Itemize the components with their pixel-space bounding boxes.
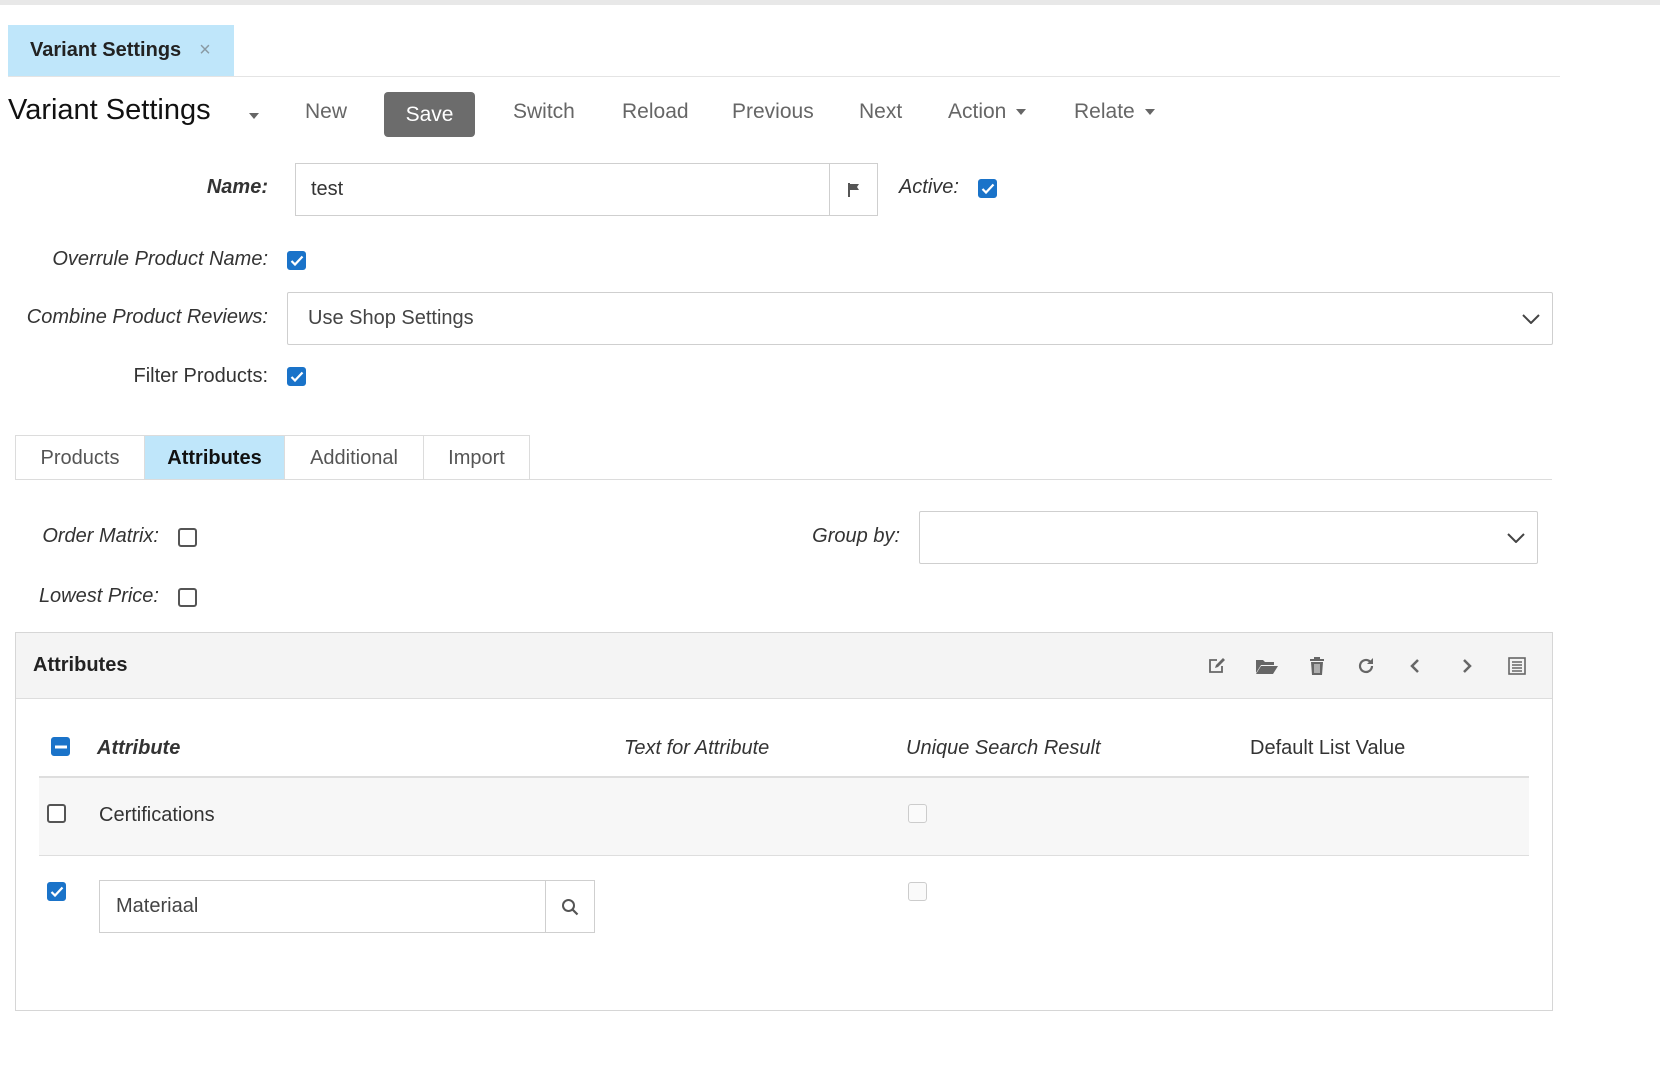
detail-tabs: Products Attributes Additional Import: [15, 435, 530, 480]
unique-search-checkbox[interactable]: [908, 804, 927, 823]
row-select-checkbox[interactable]: [47, 804, 66, 823]
relate-menu-button[interactable]: Relate: [1074, 100, 1155, 124]
filter-products-checkbox[interactable]: [287, 367, 306, 386]
name-field[interactable]: test: [295, 163, 878, 216]
tabs-divider: [15, 479, 1552, 480]
action-menu-label: Action: [948, 100, 1007, 123]
new-button-label: New: [305, 100, 348, 123]
group-by-label: Group by:: [812, 525, 900, 547]
reload-button-label: Reload: [622, 100, 689, 123]
attribute-cell: Certifications: [99, 804, 215, 826]
active-label: Active:: [898, 176, 959, 198]
table-row[interactable]: [39, 778, 1529, 856]
edit-icon[interactable]: [1204, 653, 1230, 679]
trash-icon[interactable]: [1304, 653, 1330, 679]
chevron-down-icon: [1507, 532, 1525, 543]
list-view-icon[interactable]: [1504, 653, 1530, 679]
combine-product-reviews-select[interactable]: Use Shop Settings: [287, 292, 1553, 345]
order-matrix-checkbox[interactable]: [178, 528, 197, 547]
tab-attributes[interactable]: Attributes: [144, 435, 285, 480]
tab-strip-divider: [8, 76, 1560, 77]
refresh-icon[interactable]: [1353, 653, 1379, 679]
switch-button[interactable]: Switch: [513, 100, 575, 124]
chevron-right-icon[interactable]: [1454, 653, 1480, 679]
page-title: Variant Settings: [8, 94, 211, 126]
column-header-default-list-value[interactable]: Default List Value: [1250, 737, 1405, 760]
combine-product-reviews-label: Combine Product Reviews:: [26, 306, 268, 328]
flag-icon[interactable]: [829, 164, 877, 215]
document-tab-label: Variant Settings: [30, 39, 182, 61]
chevron-left-icon[interactable]: [1402, 653, 1428, 679]
overrule-product-name-checkbox[interactable]: [287, 251, 306, 270]
next-button[interactable]: Next: [859, 100, 902, 124]
select-all-checkbox[interactable]: [51, 737, 70, 756]
previous-button-label: Previous: [732, 100, 814, 123]
filter-products-label: Filter Products:: [133, 365, 268, 387]
active-checkbox[interactable]: [978, 179, 997, 198]
attribute-lookup-field[interactable]: Materiaal: [99, 880, 595, 933]
chevron-down-icon: [1522, 313, 1540, 324]
group-by-select[interactable]: [919, 511, 1538, 564]
previous-button[interactable]: Previous: [732, 100, 814, 124]
chevron-down-icon: [1016, 109, 1027, 115]
name-field-value[interactable]: test: [296, 164, 829, 215]
row-select-checkbox[interactable]: [47, 882, 66, 901]
unique-search-checkbox[interactable]: [908, 882, 927, 901]
tab-import[interactable]: Import: [423, 435, 530, 480]
save-button-label: Save: [405, 102, 454, 126]
column-header-attribute[interactable]: Attribute: [97, 737, 180, 760]
attributes-panel-title: Attributes: [33, 654, 128, 676]
top-border: [0, 0, 1660, 5]
attribute-lookup-value[interactable]: Materiaal: [100, 881, 545, 932]
relate-menu-label: Relate: [1074, 100, 1135, 123]
action-menu-button[interactable]: Action: [948, 100, 1027, 124]
new-button[interactable]: New: [305, 100, 347, 124]
tab-products[interactable]: Products: [15, 435, 145, 480]
close-tab-icon[interactable]: ×: [199, 39, 211, 62]
switch-button-label: Switch: [513, 100, 575, 123]
tab-additional[interactable]: Additional: [284, 435, 424, 480]
reload-button[interactable]: Reload: [622, 100, 689, 124]
order-matrix-label: Order Matrix:: [42, 525, 159, 547]
combine-product-reviews-value: Use Shop Settings: [308, 307, 474, 329]
attributes-panel-header: Attributes: [16, 633, 1552, 699]
lowest-price-checkbox[interactable]: [178, 588, 197, 607]
overrule-product-name-label: Overrule Product Name:: [52, 248, 268, 270]
document-tab[interactable]: Variant Settings ×: [8, 25, 234, 76]
next-button-label: Next: [859, 100, 903, 123]
search-icon[interactable]: [545, 881, 594, 932]
name-label: Name:: [206, 176, 268, 198]
column-header-text-for-attribute[interactable]: Text for Attribute: [624, 737, 769, 760]
save-button[interactable]: Save: [384, 92, 475, 137]
chevron-down-icon: [1144, 109, 1155, 115]
lowest-price-label: Lowest Price:: [38, 585, 159, 607]
title-dropdown-icon[interactable]: [249, 113, 259, 119]
folder-open-icon[interactable]: [1254, 653, 1280, 679]
column-header-unique-search-result[interactable]: Unique Search Result: [906, 737, 1101, 760]
